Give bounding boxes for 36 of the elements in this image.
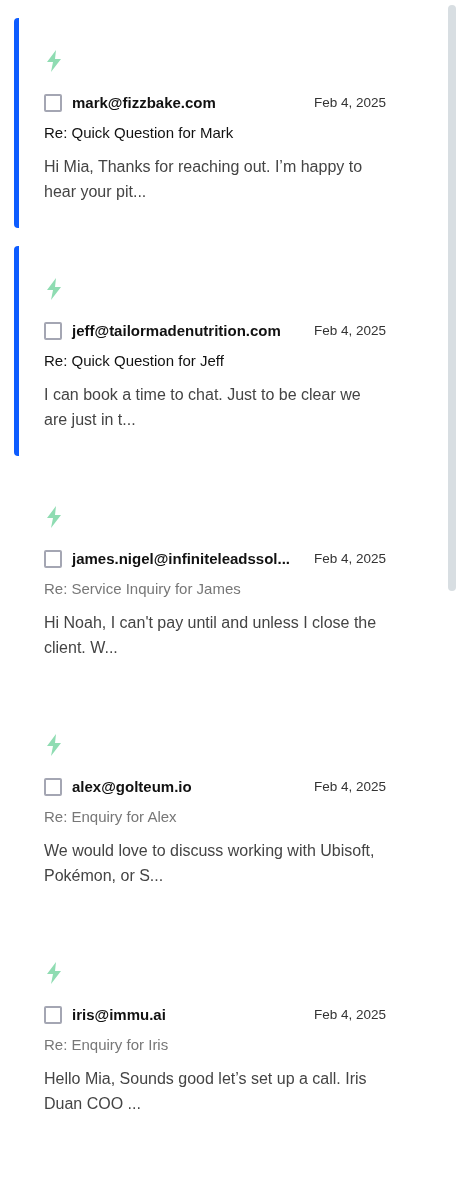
email-subject: Re: Quick Question for Mark bbox=[44, 122, 235, 143]
email-preview: Hello Mia, Sounds good let’s set up a call. Iris Duan COO ... bbox=[44, 1069, 368, 1114]
sender-email: alex@golteum.io bbox=[72, 777, 193, 797]
email-subject: Re: Quick Question for Jeff bbox=[44, 350, 225, 371]
checkbox[interactable] bbox=[44, 550, 62, 569]
lightning-icon bbox=[44, 961, 64, 985]
email-item[interactable]: iris@immu.ai Feb 4, 2025 Re: Enquiry for Iris Hello Mia, Sounds good let’s set up a call. Iris Duan COO ... bbox=[14, 930, 436, 1140]
sender-email: iris@immu.ai bbox=[72, 1005, 167, 1025]
checkbox[interactable] bbox=[44, 1006, 62, 1025]
email-item[interactable]: jeff@tailormadenutrition.com Feb 4, 2025 Re: Quick Question for Jeff I can book a time to chat. Just to be clear we are just in t... bbox=[14, 246, 436, 456]
checkbox[interactable] bbox=[44, 322, 62, 341]
lightning-icon bbox=[44, 505, 64, 529]
scrollbar[interactable] bbox=[448, 5, 456, 591]
email-date: Feb 4, 2025 bbox=[313, 94, 386, 113]
checkbox[interactable] bbox=[44, 778, 62, 797]
email-date: Feb 4, 2025 bbox=[313, 778, 386, 797]
lightning-icon bbox=[44, 733, 64, 757]
email-subject: Re: Enquiry for Iris bbox=[44, 1034, 170, 1055]
sender-email: jeff@tailormadenutrition.com bbox=[72, 321, 282, 341]
checkbox[interactable] bbox=[44, 94, 62, 113]
email-item[interactable]: mark@fizzbake.com Feb 4, 2025 Re: Quick Question for Mark Hi Mia, Thanks for reaching out. I’m happy to hear your pit... bbox=[14, 18, 436, 228]
email-item[interactable]: james.nigel@infiniteleadssol... Feb 4, 2025 Re: Service Inquiry for James Hi Noah, I can't pay until and unless I close the client. W... bbox=[14, 474, 436, 684]
email-preview: I can book a time to chat. Just to be clear we are just in t... bbox=[44, 385, 362, 430]
email-subject: Re: Service Inquiry for James bbox=[44, 578, 242, 599]
email-preview: We would love to discuss working with Ubisoft, Pokémon, or S... bbox=[44, 841, 376, 886]
email-preview: Hi Noah, I can't pay until and unless I close the client. W... bbox=[44, 613, 378, 658]
sender-email: mark@fizzbake.com bbox=[72, 93, 217, 113]
email-preview: Hi Mia, Thanks for reaching out. I’m happy to hear your pit... bbox=[44, 157, 364, 202]
email-date: Feb 4, 2025 bbox=[313, 1006, 386, 1025]
lightning-icon bbox=[44, 277, 64, 301]
email-subject: Re: Enquiry for Alex bbox=[44, 806, 178, 827]
lightning-icon bbox=[44, 49, 64, 73]
email-date: Feb 4, 2025 bbox=[313, 550, 386, 569]
email-item[interactable]: alex@golteum.io Feb 4, 2025 Re: Enquiry for Alex We would love to discuss working with Ubisoft, Pokémon, or S... bbox=[14, 702, 436, 912]
email-date: Feb 4, 2025 bbox=[313, 322, 386, 341]
sender-email: james.nigel@infiniteleadssol... bbox=[72, 549, 292, 569]
